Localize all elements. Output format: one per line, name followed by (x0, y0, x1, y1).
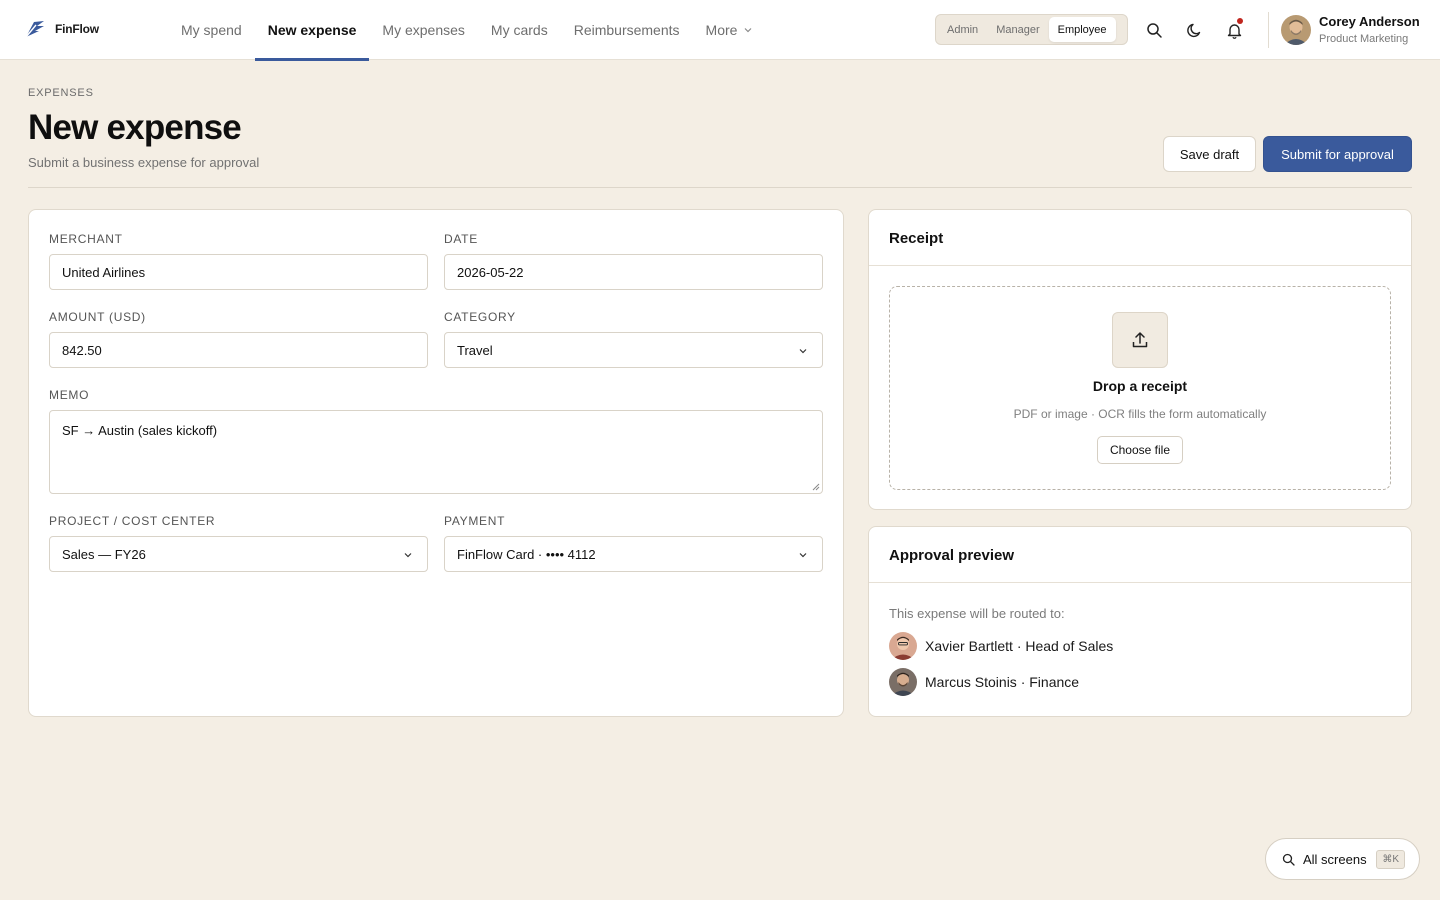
category-value: Travel (457, 342, 493, 358)
nav-new-expense[interactable]: New expense (254, 0, 370, 61)
role-switcher: Admin Manager Employee (935, 14, 1128, 45)
approver-avatar (889, 668, 917, 696)
bell-icon (1227, 23, 1241, 39)
card-divider (869, 265, 1411, 266)
resize-handle-icon[interactable] (811, 482, 820, 491)
date-input[interactable]: 2026-05-22 (444, 254, 823, 290)
keyboard-shortcut-badge: ⌘K (1376, 850, 1405, 869)
approver-item: Xavier Bartlett · Head of Sales (889, 632, 1113, 660)
project-value: Sales — FY26 (62, 546, 146, 562)
submit-for-approval-button[interactable]: Submit for approval (1263, 136, 1412, 172)
save-draft-button[interactable]: Save draft (1163, 136, 1256, 172)
approver-name: Xavier Bartlett · Head of Sales (925, 638, 1114, 654)
notifications-button[interactable] (1224, 18, 1244, 40)
top-bar: FinFlow My spend New expense My expenses… (0, 0, 1440, 61)
merchant-label: MERCHANT (49, 232, 123, 246)
search-icon (1146, 22, 1162, 38)
expense-form-card: MERCHANT United Airlines DATE 2026-05-22… (28, 209, 844, 717)
approver-name: Marcus Stoinis · Finance (925, 674, 1080, 690)
route-text: This expense will be routed to: (889, 606, 1065, 621)
choose-file-button[interactable]: Choose file (1097, 436, 1183, 464)
drop-subtitle: PDF or image · OCR fills the form automa… (1013, 407, 1267, 421)
nav-my-cards[interactable]: My cards (478, 0, 561, 60)
nav-more[interactable]: More (693, 0, 767, 60)
breadcrumb: EXPENSES (28, 87, 94, 99)
search-icon (1282, 853, 1295, 866)
approver-item: Marcus Stoinis · Finance (889, 668, 1079, 696)
main-nav: My spend New expense My expenses My card… (168, 0, 767, 61)
date-label: DATE (444, 232, 478, 246)
amount-input[interactable]: 842.50 (49, 332, 428, 368)
nav-my-expenses[interactable]: My expenses (369, 0, 477, 60)
upload-icon (1132, 332, 1148, 348)
user-menu[interactable]: Corey Anderson Product Marketing (1281, 14, 1420, 45)
chevron-down-icon (404, 553, 412, 558)
page-title: New expense (28, 108, 242, 147)
header-divider (1268, 12, 1269, 48)
upload-icon-box (1112, 312, 1168, 368)
all-screens-button[interactable]: All screens ⌘K (1265, 838, 1420, 880)
project-select[interactable]: Sales — FY26 (49, 536, 428, 572)
receipt-dropzone[interactable]: Drop a receipt PDF or image · OCR fills … (889, 286, 1391, 490)
receipt-card: Receipt Drop a receipt PDF or image · OC… (868, 209, 1412, 510)
memo-label: MEMO (49, 388, 90, 402)
payment-label: PAYMENT (444, 514, 506, 528)
chevron-down-icon (745, 28, 752, 33)
approval-preview-card: Approval preview This expense will be ro… (868, 526, 1412, 717)
approval-title: Approval preview (889, 547, 1015, 564)
header-divider-line (28, 187, 1412, 188)
moon-icon (1186, 23, 1200, 37)
role-manager[interactable]: Manager (987, 17, 1048, 42)
nav-more-label: More (705, 22, 738, 38)
role-employee[interactable]: Employee (1048, 17, 1116, 42)
card-divider (869, 582, 1411, 583)
category-label: CATEGORY (444, 310, 516, 324)
finflow-logo-icon (25, 21, 44, 38)
role-admin[interactable]: Admin (938, 17, 987, 42)
user-role: Product Marketing (1319, 33, 1409, 45)
app-logo[interactable]: FinFlow (24, 18, 99, 40)
project-label: PROJECT / COST CENTER (49, 514, 216, 528)
chevron-down-icon (799, 553, 807, 558)
app-name: FinFlow (55, 22, 99, 36)
notification-dot (1237, 18, 1243, 24)
payment-value: FinFlow Card · •••• 4112 (457, 546, 596, 562)
chevron-down-icon (799, 349, 807, 354)
memo-value: SF → Austin (sales kickoff) (62, 423, 218, 438)
merchant-input[interactable]: United Airlines (49, 254, 428, 290)
user-name: Corey Anderson (1319, 14, 1420, 29)
amount-label: AMOUNT (USD) (49, 310, 146, 324)
theme-toggle-button[interactable] (1184, 20, 1204, 40)
nav-reimbursements[interactable]: Reimbursements (561, 0, 693, 60)
category-select[interactable]: Travel (444, 332, 823, 368)
receipt-title: Receipt (889, 230, 944, 247)
page-subtitle: Submit a business expense for approval (28, 155, 260, 170)
memo-textarea[interactable]: SF → Austin (sales kickoff) (49, 410, 823, 494)
drop-title: Drop a receipt (1092, 378, 1188, 394)
nav-my-spend[interactable]: My spend (168, 0, 255, 60)
approver-avatar (889, 632, 917, 660)
payment-select[interactable]: FinFlow Card · •••• 4112 (444, 536, 823, 572)
all-screens-label: All screens (1303, 851, 1367, 867)
search-button[interactable] (1144, 20, 1164, 40)
user-avatar (1281, 14, 1311, 45)
